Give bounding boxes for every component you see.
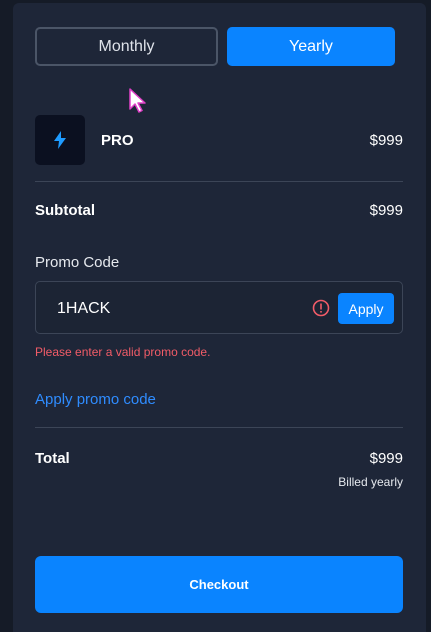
promo-code-value[interactable]: 1HACK [57, 300, 110, 318]
subtotal-value: $999 [369, 202, 403, 219]
divider [35, 427, 403, 428]
apply-button[interactable]: Apply [338, 293, 394, 324]
yearly-button[interactable]: Yearly [227, 27, 395, 66]
product-name: PRO [101, 132, 134, 149]
error-icon [312, 299, 330, 317]
promo-code-input[interactable]: 1HACK Apply [35, 281, 403, 334]
promo-code-label: Promo Code [35, 254, 120, 271]
lightning-bolt-icon [35, 115, 85, 165]
promo-error-message: Please enter a valid promo code. [35, 345, 211, 359]
subtotal-label: Subtotal [35, 202, 95, 219]
billing-toggle: Monthly Yearly [35, 27, 395, 66]
mouse-cursor-icon [129, 88, 146, 113]
pricing-panel: Monthly Yearly PRO $999 Subtotal $999 Pr… [13, 3, 426, 632]
product-price: $999 [369, 132, 403, 149]
product-row: PRO $999 [35, 115, 403, 165]
checkout-button[interactable]: Checkout [35, 556, 403, 613]
billing-note: Billed yearly [338, 475, 403, 489]
total-value: $999 [369, 450, 403, 467]
total-label: Total [35, 450, 70, 467]
monthly-button[interactable]: Monthly [35, 27, 218, 66]
apply-promo-code-link[interactable]: Apply promo code [35, 391, 156, 408]
divider [35, 181, 403, 182]
